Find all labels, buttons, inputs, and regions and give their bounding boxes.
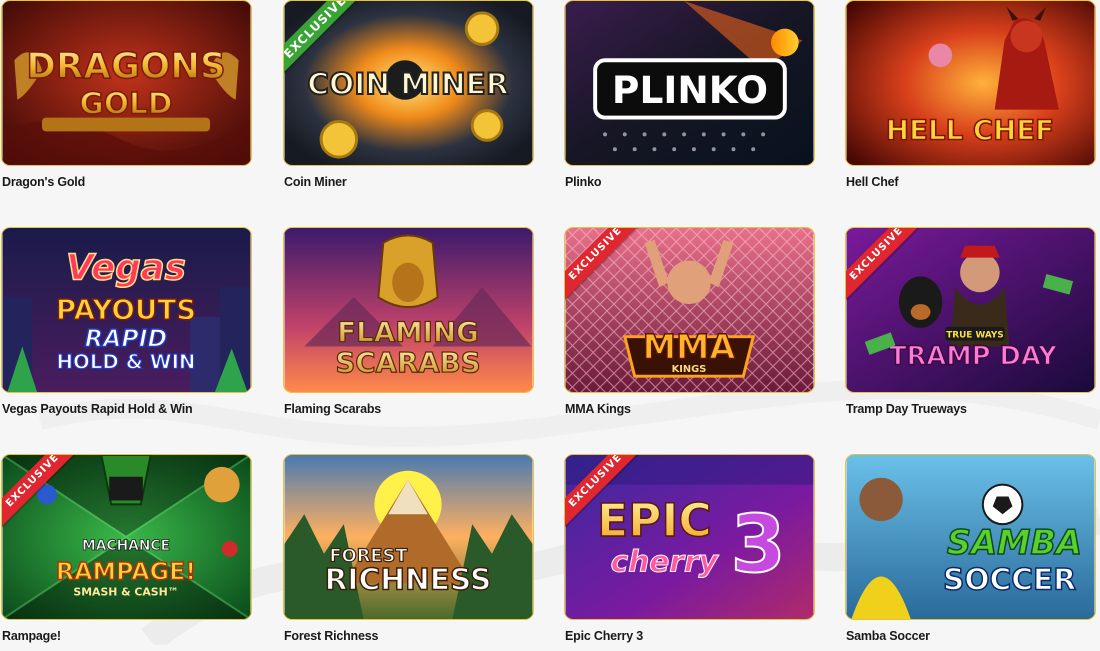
samba-soccer-artwork: SAMBA SOCCER [846,455,1095,619]
logo-line1: DRAGONS [26,46,225,87]
logo-line2: GOLD [80,86,173,121]
game-thumbnail[interactable]: DRAGONS GOLD [1,0,252,166]
logo-line1: FLAMING [337,316,479,349]
game-tile-flaming-scarabs[interactable]: FLAMING SCARABS Flaming Scarabs [283,227,536,424]
game-tile-tramp-day[interactable]: TRUE WAYS TRAMP DAY EXCLUSIVE Tramp Day … [845,227,1098,424]
game-tile-forest-richness[interactable]: FOREST RICHNESS Forest Richness [283,454,536,651]
game-thumbnail[interactable]: MACHANCE RAMPAGE! SMASH & CASH™ EXCLUSIV… [1,454,252,620]
game-title[interactable]: MMA Kings [565,402,631,416]
game-thumbnail[interactable]: EPIC cherry 3 EXCLUSIVE [564,454,815,620]
game-tile-dragons-gold[interactable]: DRAGONS GOLD Dragon's Gold [1,0,254,197]
game-tile-mma-kings[interactable]: MMA KINGS EXCLUSIVE MMA Kings [564,227,817,424]
game-tile-plinko[interactable]: PLINKO Plinko [564,0,817,197]
flaming-scarabs-artwork: FLAMING SCARABS [284,228,533,392]
logo-line3: RAPID [85,325,167,353]
game-thumbnail[interactable]: SAMBA SOCCER [845,454,1096,620]
game-title[interactable]: Rampage! [2,629,61,643]
exclusive-badge: EXCLUSIVE [2,455,79,527]
game-title[interactable]: Flaming Scarabs [284,402,381,416]
game-thumbnail[interactable]: FOREST RICHNESS [283,454,534,620]
vegas-payouts-artwork: Vegas PAYOUTS RAPID HOLD & WIN [2,228,251,392]
logo-line1: Vegas [66,247,186,288]
game-title[interactable]: Epic Cherry 3 [565,629,643,643]
logo-line1: SAMBA [947,523,1082,562]
logo-line2: PAYOUTS [56,293,196,326]
game-tile-samba-soccer[interactable]: SAMBA SOCCER Samba Soccer [845,454,1098,651]
game-thumbnail[interactable]: HELL CHEF [845,0,1096,166]
exclusive-badge: EXCLUSIVE [565,455,642,527]
game-title[interactable]: Tramp Day Trueways [846,402,967,416]
exclusive-badge: EXCLUSIVE [284,1,361,73]
game-title[interactable]: Coin Miner [284,175,347,189]
plinko-artwork: PLINKO [565,1,814,165]
forest-richness-artwork: FOREST RICHNESS [284,455,533,619]
game-title[interactable]: Samba Soccer [846,629,930,643]
game-thumbnail[interactable]: TRUE WAYS TRAMP DAY EXCLUSIVE [845,227,1096,393]
game-title[interactable]: Forest Richness [284,629,378,643]
game-title[interactable]: Hell Chef [846,175,899,189]
dragons-gold-artwork: DRAGONS GOLD [2,1,251,165]
game-thumbnail[interactable]: Vegas PAYOUTS RAPID HOLD & WIN [1,227,252,393]
logo-line1: HELL CHEF [886,113,1054,146]
game-grid: DRAGONS GOLD Dragon's Gold COIN MINER EX… [0,0,1100,645]
logo-line2: RICHNESS [325,561,492,596]
game-tile-rampage[interactable]: MACHANCE RAMPAGE! SMASH & CASH™ EXCLUSIV… [1,454,254,651]
game-thumbnail[interactable]: MMA KINGS EXCLUSIVE [564,227,815,393]
game-thumbnail[interactable]: PLINKO [564,0,815,166]
game-title[interactable]: Vegas Payouts Rapid Hold & Win [2,402,193,416]
game-tile-hell-chef[interactable]: HELL CHEF Hell Chef [845,0,1098,197]
game-tile-vegas-payouts[interactable]: Vegas PAYOUTS RAPID HOLD & WIN Vegas Pay… [1,227,254,424]
game-tile-coin-miner[interactable]: COIN MINER EXCLUSIVE Coin Miner [283,0,536,197]
logo-line1: PLINKO [612,68,768,112]
logo-line2: SCARABS [335,346,480,379]
logo-line4: HOLD & WIN [57,350,196,373]
hell-chef-artwork: HELL CHEF [846,1,1095,165]
game-thumbnail[interactable]: FLAMING SCARABS [283,227,534,393]
logo-line2: SOCCER [943,561,1076,596]
game-thumbnail[interactable]: COIN MINER EXCLUSIVE [283,0,534,166]
game-title[interactable]: Plinko [565,175,602,189]
exclusive-badge: EXCLUSIVE [565,228,642,300]
game-tile-epic-cherry-3[interactable]: EPIC cherry 3 EXCLUSIVE Epic Cherry 3 [564,454,817,651]
game-title[interactable]: Dragon's Gold [2,175,85,189]
exclusive-badge: EXCLUSIVE [846,228,923,300]
